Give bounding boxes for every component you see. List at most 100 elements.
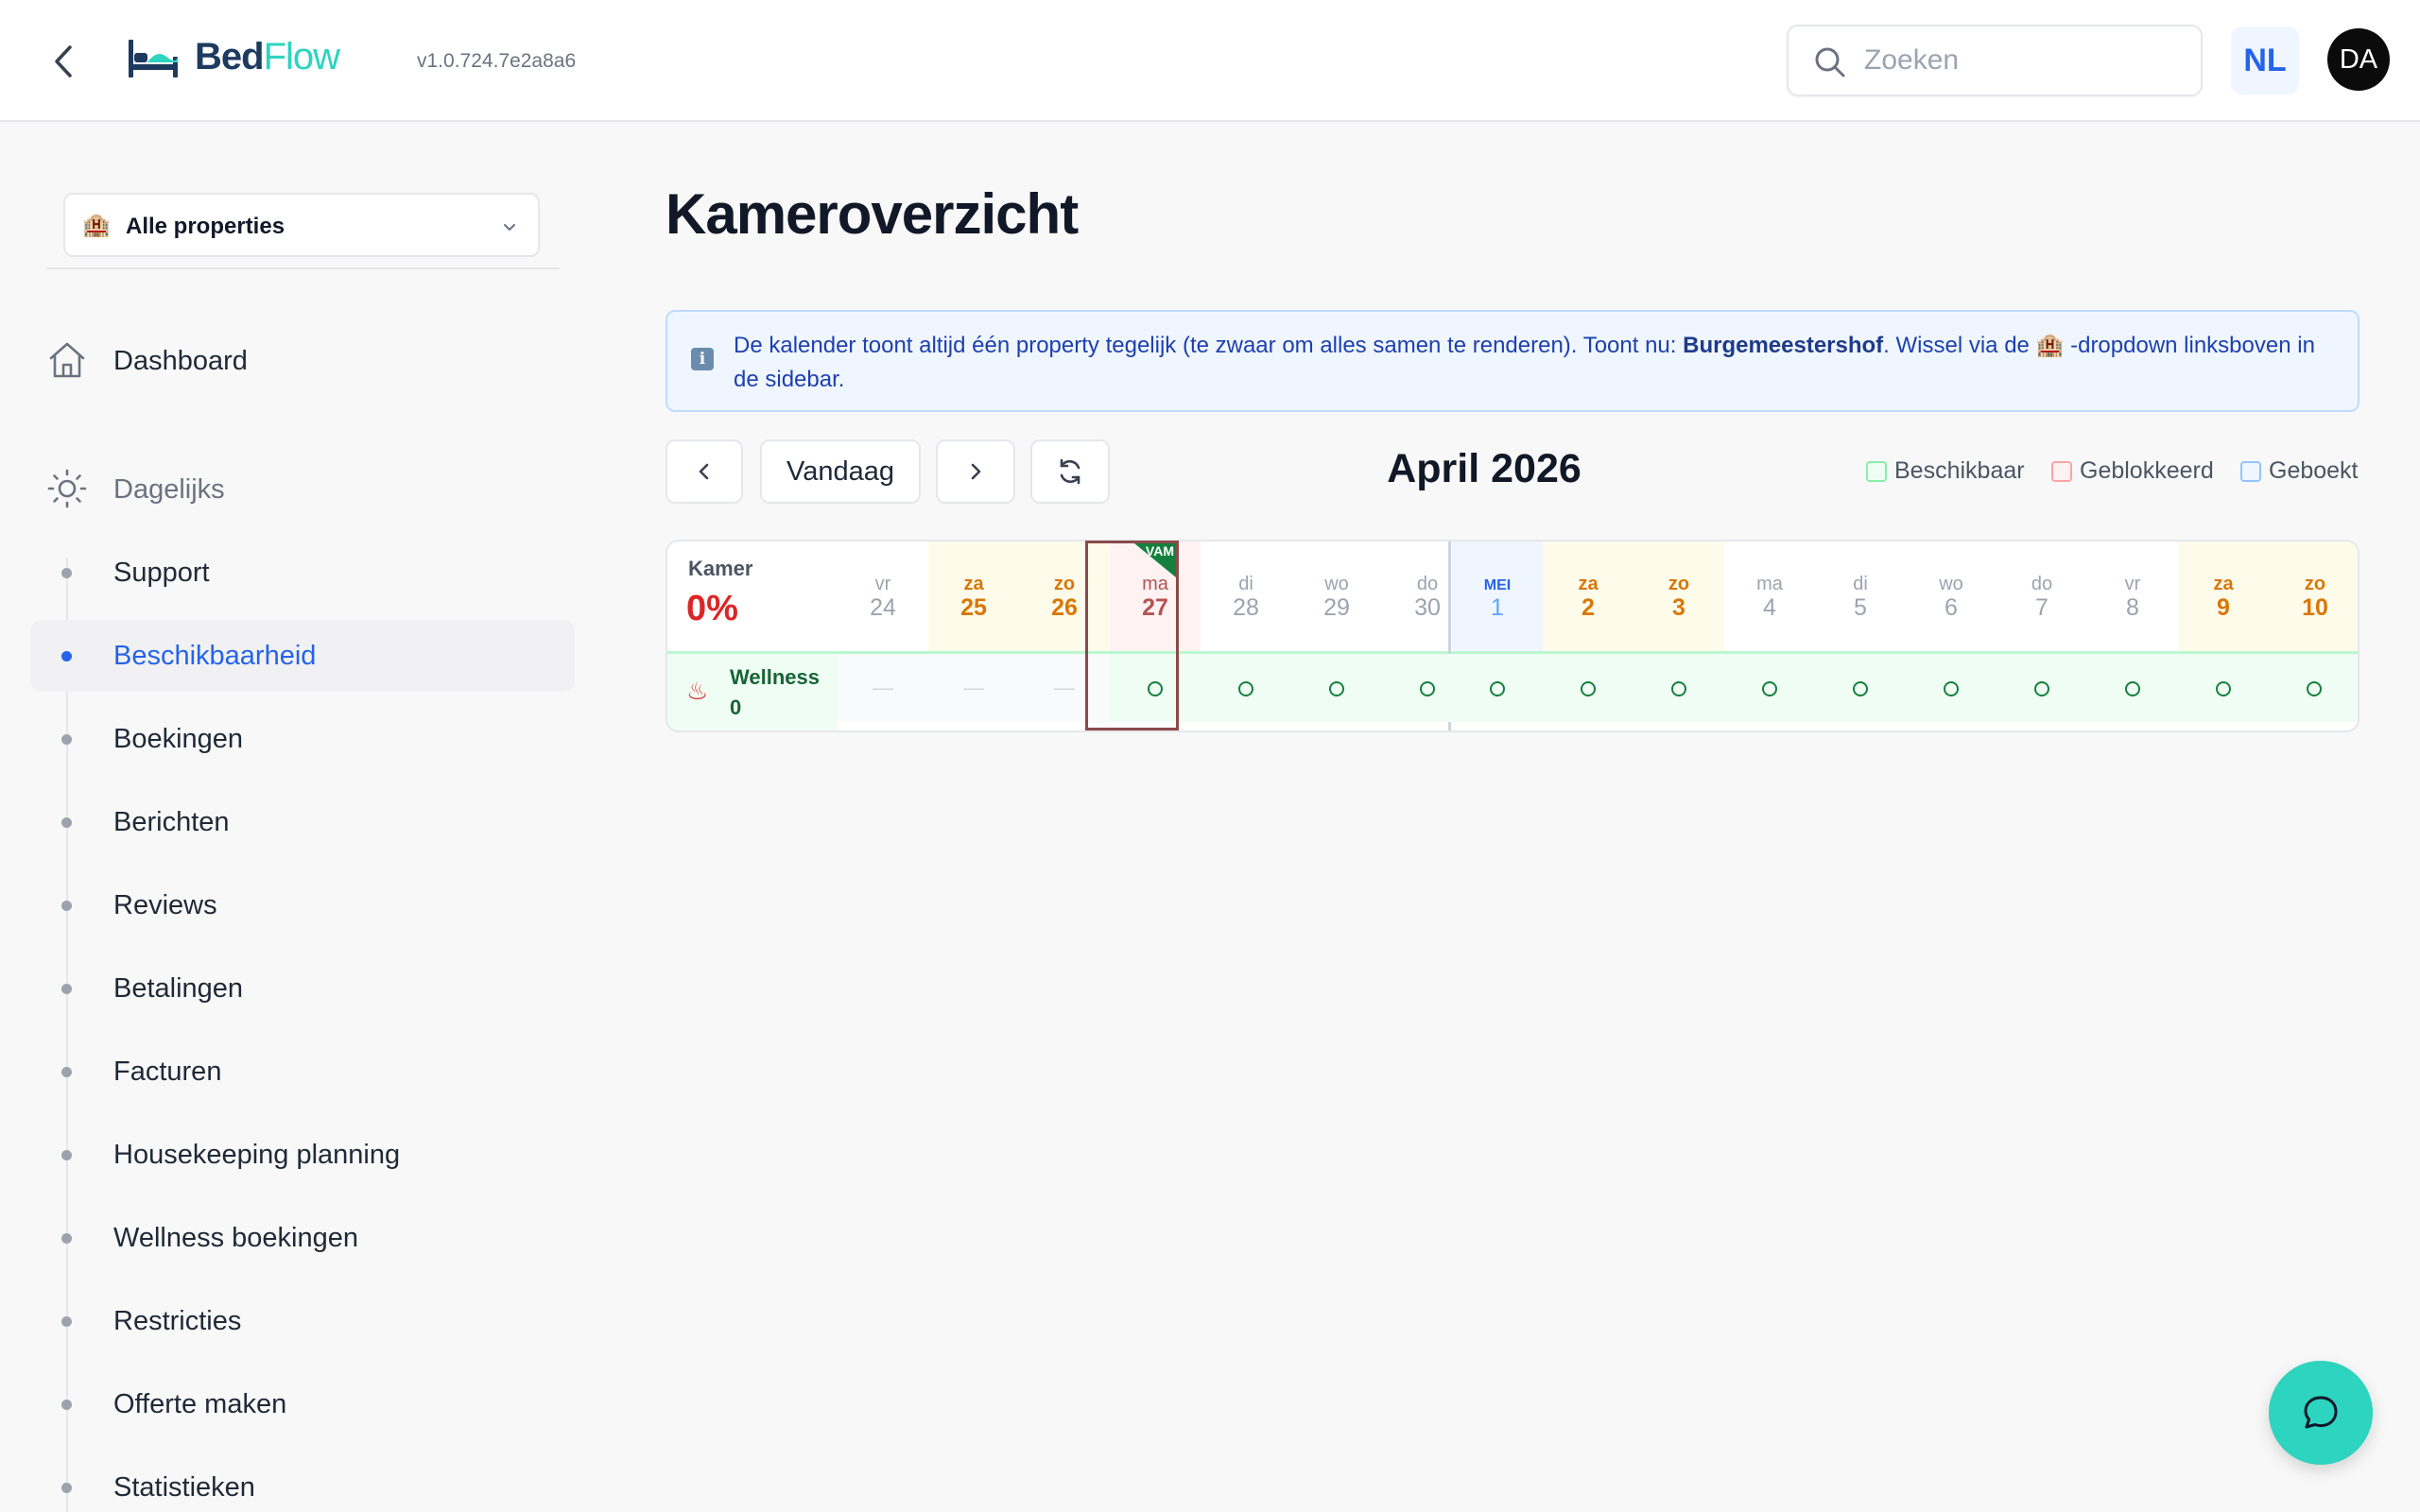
available-circle-icon [2125,681,2140,696]
day-header: MEI 1 [1452,541,1543,651]
sidebar-bullet [61,817,72,828]
info-banner: i De kalender toont altijd één property … [666,310,2360,412]
sidebar-bullet [61,734,72,745]
chevron-down-icon [504,224,515,231]
day-number: 5 [1854,594,1867,621]
sidebar-item-label: Support [113,558,210,588]
day-cell-empty[interactable]: — [928,654,1019,722]
sidebar-group-daily[interactable]: Dagelijks [45,463,575,516]
available-circle-icon [2034,681,2049,696]
day-header: wo 6 [1906,541,1996,651]
room-column-header: Kamer 0% [667,541,838,651]
day-cell-available[interactable] [1906,654,1996,722]
sidebar-item-betalingen[interactable]: Betalingen [30,953,575,1024]
bed-logo-icon [125,36,182,81]
sidebar-item-label: Housekeeping planning [113,1140,401,1170]
day-of-week: vr [2124,574,2141,594]
legend-label: Geblokkeerd [2080,457,2214,484]
hotel-icon: 🏨 [82,213,111,238]
info-icon: i [691,348,714,370]
search-icon [1815,47,1845,77]
day-cell-available[interactable] [1634,654,1724,722]
sidebar-item-support[interactable]: Support [30,537,575,609]
property-select[interactable]: 🏨 Alle properties [63,193,540,257]
day-cell-available[interactable] [2269,654,2358,722]
day-header: ma 4 [1724,541,1815,651]
day-cell-empty[interactable]: — [1019,654,1110,722]
day-number: 8 [2126,594,2139,621]
next-period-button[interactable] [936,439,1015,504]
day-number: 29 [1323,594,1350,621]
sidebar-item-restricties[interactable]: Restricties [30,1285,575,1357]
legend-swatch-available [1866,461,1887,482]
available-circle-icon [1671,681,1686,696]
day-of-week: di [1853,574,1868,594]
day-header: vr 8 [2087,541,2178,651]
app-logo[interactable]: BedFlow [195,34,340,79]
search-box[interactable] [1787,25,2203,96]
room-calendar: Kamer 0% ♨ Wellness 0 vr 24— za 25— zo 26— ma 2… [666,540,2360,732]
sidebar-item-beschikbaarheid[interactable]: Beschikbaarheid [30,620,575,692]
chevron-right-icon [971,463,981,480]
language-button[interactable]: NL [2231,26,2299,94]
sidebar-item-wellness-boekingen[interactable]: Wellness boekingen [30,1202,575,1274]
day-header: zo 3 [1634,541,1724,651]
day-of-week: zo [1053,574,1076,594]
chat-button[interactable] [2269,1361,2373,1465]
sidebar-item-statistieken[interactable]: Statistieken [30,1452,575,1512]
day-cell-available[interactable] [1996,654,2087,722]
day-cell-available[interactable] [1724,654,1815,722]
sidebar-item-offerte-maken[interactable]: Offerte maken [30,1368,575,1440]
chat-icon [2304,1396,2338,1429]
day-cell-empty[interactable]: — [838,654,928,722]
logo-flow-text: Flow [263,36,340,77]
today-button[interactable]: Vandaag [760,439,921,504]
day-cell-available[interactable] [2178,654,2269,722]
sidebar-bullet [61,568,72,578]
day-cell-available[interactable] [1201,654,1291,722]
available-circle-icon [1490,681,1505,696]
sidebar-item-housekeeping-planning[interactable]: Housekeeping planning [30,1119,575,1191]
day-of-week: za [963,574,984,594]
day-cell-available[interactable] [1815,654,1906,722]
day-of-week: ma [1756,574,1783,594]
room-row-header[interactable]: ♨ Wellness 0 [667,654,838,730]
info-property-name: Burgemeestershof [1683,333,1884,358]
day-header: za 2 [1543,541,1634,651]
day-header: wo 29 [1291,541,1382,651]
day-number: 6 [1945,594,1958,621]
sidebar-item-berichten[interactable]: Berichten [30,786,575,858]
info-text-before: De kalender toont altijd één property te… [734,333,1684,358]
available-circle-icon [1148,681,1163,696]
available-circle-icon [2307,681,2322,696]
day-cell-available[interactable] [1543,654,1634,722]
day-cell-available[interactable] [1452,654,1543,722]
day-cell-available[interactable] [1291,654,1382,722]
logo-bed-text: Bed [195,36,265,77]
day-number: 7 [2035,594,2048,621]
back-chevron-icon[interactable] [47,40,81,83]
day-of-week: za [1578,574,1599,594]
available-circle-icon [1944,681,1959,696]
room-header-label: Kamer [688,557,753,580]
sidebar-item-label: Offerte maken [113,1389,287,1419]
sidebar-item-boekingen[interactable]: Boekingen [30,703,575,775]
day-cell-available[interactable] [1110,654,1201,722]
day-of-week: do [2031,574,2053,594]
sidebar-bullet [61,1150,72,1160]
sidebar-bullet [61,1483,72,1493]
refresh-button[interactable] [1030,439,1110,504]
hot-springs-icon: ♨ [686,677,709,705]
search-input[interactable] [1864,42,2186,79]
day-of-week: vr [874,574,891,594]
prev-period-button[interactable] [666,439,743,504]
sidebar-item-dashboard[interactable]: Dashboard [45,335,575,387]
sidebar-divider [45,267,560,269]
sidebar-item-reviews[interactable]: Reviews [30,869,575,941]
user-avatar[interactable]: DA [2327,28,2390,91]
day-header: vr 24 [838,541,928,651]
day-cell-available[interactable] [2087,654,2178,722]
home-icon [49,342,85,378]
sidebar-item-facturen[interactable]: Facturen [30,1036,575,1108]
sidebar-bullet [61,651,72,662]
